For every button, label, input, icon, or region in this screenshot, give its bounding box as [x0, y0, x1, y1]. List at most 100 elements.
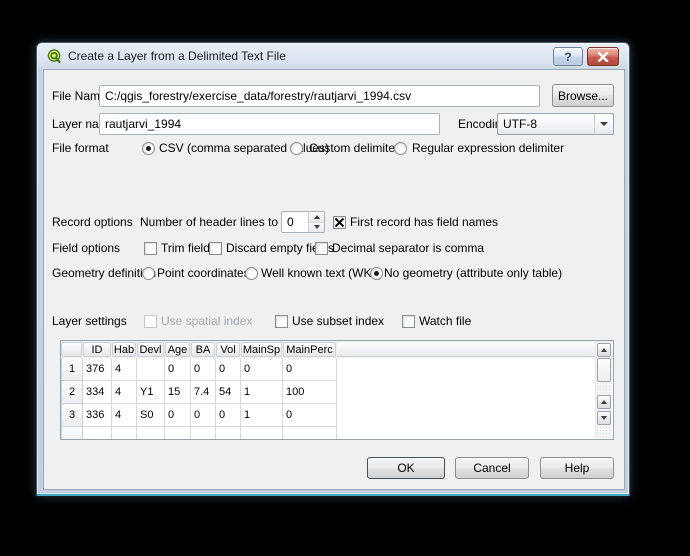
use-subset-index-checkbox[interactable] — [275, 315, 288, 328]
table-body: 137640000023344Y1157.454110033364S000010 — [61, 358, 613, 440]
table-cell: 0 — [283, 358, 337, 381]
scroll-up-button[interactable] — [597, 343, 611, 357]
table-cell: 0 — [191, 358, 216, 381]
radio-custom-delimiters[interactable] — [290, 142, 303, 155]
table-cell: 4 — [112, 381, 137, 404]
table-cell: 0 — [283, 404, 337, 427]
radio-no-geometry[interactable] — [370, 267, 383, 280]
table-row-header: 1 — [61, 358, 83, 381]
table-cell: S0 — [137, 404, 165, 427]
table-cell — [241, 427, 283, 440]
radio-wkt[interactable] — [245, 267, 258, 280]
table-cell: 0 — [165, 358, 191, 381]
table-cell — [283, 427, 337, 440]
table-cell — [137, 358, 165, 381]
create-delimited-layer-dialog: Create a Layer from a Delimited Text Fil… — [36, 42, 630, 496]
table-cell — [83, 427, 112, 440]
radio-regexp-delimiter-label[interactable]: Regular expression delimiter — [412, 141, 564, 155]
table-column-header[interactable]: Devl — [137, 342, 164, 357]
table-row-header: 3 — [61, 404, 83, 427]
table-row: 33364S000010 — [61, 404, 613, 427]
table-cell: 1 — [241, 404, 283, 427]
table-column-header[interactable]: ID — [83, 342, 111, 357]
watch-file-checkbox[interactable] — [402, 315, 415, 328]
spinner-up-button[interactable] — [309, 212, 324, 222]
table-cell: 1 — [241, 381, 283, 404]
table-column-header[interactable]: Hab — [112, 342, 136, 357]
encoding-selected-value: UTF-8 — [498, 114, 594, 134]
table-cell: 15 — [165, 381, 191, 404]
table-column-header[interactable]: Vol — [216, 342, 240, 357]
table-column-header[interactable]: Age — [165, 342, 190, 357]
table-cell: 4 — [112, 358, 137, 381]
table-cell: 0 — [191, 404, 216, 427]
dialog-body: File Name Browse... Layer name Encoding … — [43, 69, 625, 490]
file-name-input[interactable] — [99, 85, 540, 107]
geometry-definition-label: Geometry definition — [52, 266, 156, 280]
header-lines-spinner[interactable]: 0 — [281, 211, 325, 233]
radio-no-geometry-label[interactable]: No geometry (attribute only table) — [384, 266, 562, 280]
scrollbar-thumb[interactable] — [597, 358, 611, 382]
table-cell — [216, 427, 241, 440]
table-cell: Y1 — [137, 381, 165, 404]
help-button[interactable]: Help — [540, 457, 614, 479]
use-subset-index-label[interactable]: Use subset index — [292, 314, 384, 328]
table-cell — [165, 427, 191, 440]
use-spatial-index-checkbox — [144, 315, 157, 328]
table-corner-header[interactable] — [61, 342, 82, 357]
table-header-filler — [337, 342, 613, 357]
screen: { "colors": { "teal_edge": "#41aec6", "c… — [0, 0, 690, 556]
radio-regexp-delimiter[interactable] — [394, 142, 407, 155]
first-record-checkbox[interactable] — [333, 216, 346, 229]
table-column-header[interactable]: BA — [191, 342, 215, 357]
table-column-header[interactable]: MainPerc — [283, 342, 336, 357]
radio-point-coordinates-label[interactable]: Point coordinates — [157, 266, 250, 280]
table-row-header — [61, 427, 83, 440]
scrollbar-track-bottom[interactable] — [596, 426, 612, 438]
radio-point-coordinates[interactable] — [142, 267, 155, 280]
table-cell: 376 — [83, 358, 112, 381]
discard-empty-fields-checkbox[interactable] — [209, 242, 222, 255]
qgis-logo-icon — [47, 49, 62, 64]
first-record-checkbox-label[interactable]: First record has field names — [350, 215, 498, 229]
table-row-header: 2 — [61, 381, 83, 404]
header-lines-value: 0 — [282, 212, 308, 232]
scroll-down-button[interactable] — [597, 411, 611, 425]
encoding-select[interactable]: UTF-8 — [497, 113, 614, 135]
ok-button[interactable]: OK — [367, 457, 445, 479]
table-cell: 0 — [216, 404, 241, 427]
vertical-scrollbar[interactable] — [595, 342, 612, 438]
table-cell: 100 — [283, 381, 337, 404]
titlebar-close-button[interactable] — [587, 47, 619, 66]
browse-button[interactable]: Browse... — [552, 84, 614, 107]
radio-custom-delimiters-label[interactable]: Custom delimiters — [309, 141, 405, 155]
radio-csv-label[interactable]: CSV (comma separated values) — [159, 141, 329, 155]
titlebar-help-button[interactable]: ? — [553, 47, 583, 66]
table-cell: 0 — [165, 404, 191, 427]
dialog-title: Create a Layer from a Delimited Text Fil… — [68, 49, 286, 63]
use-spatial-index-label: Use spatial index — [161, 314, 252, 328]
trim-fields-checkbox[interactable] — [144, 242, 157, 255]
layer-name-input[interactable] — [99, 113, 440, 135]
decimal-separator-label[interactable]: Decimal separator is comma — [332, 241, 484, 255]
checkmark-x-icon — [334, 217, 345, 228]
question-mark-icon: ? — [564, 50, 571, 64]
table-column-header[interactable]: MainSp — [241, 342, 282, 357]
spinner-down-button[interactable] — [309, 222, 324, 233]
scrollbar-track[interactable] — [596, 382, 612, 394]
decimal-separator-checkbox[interactable] — [315, 242, 328, 255]
titlebar[interactable]: Create a Layer from a Delimited Text Fil… — [37, 43, 629, 69]
radio-wkt-label[interactable]: Well known text (WKT) — [261, 266, 383, 280]
table-header-row: IDHabDevlAgeBAVolMainSpMainPerc — [61, 341, 613, 358]
table-cell — [112, 427, 137, 440]
table-cell: 334 — [83, 381, 112, 404]
table-cell — [137, 427, 165, 440]
watch-file-label[interactable]: Watch file — [419, 314, 471, 328]
trim-fields-label[interactable]: Trim fields — [161, 241, 216, 255]
cancel-button[interactable]: Cancel — [455, 457, 529, 479]
table-cell: 0 — [216, 358, 241, 381]
close-icon — [597, 52, 609, 62]
record-options-label: Record options — [52, 215, 133, 229]
scroll-up-button-bottom[interactable] — [597, 395, 611, 409]
radio-csv[interactable] — [142, 142, 155, 155]
